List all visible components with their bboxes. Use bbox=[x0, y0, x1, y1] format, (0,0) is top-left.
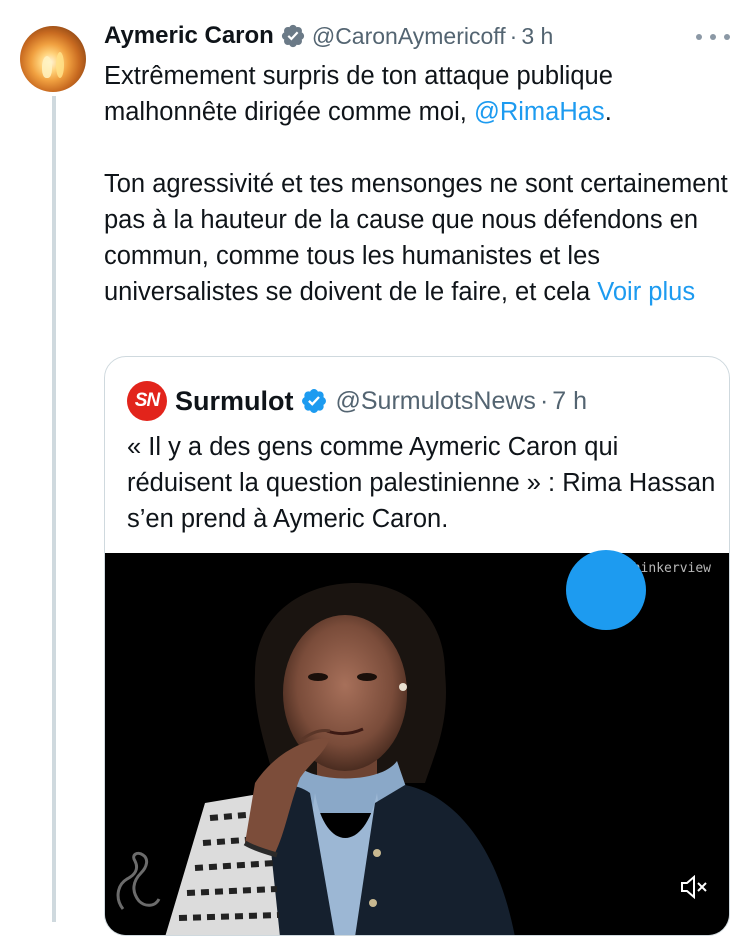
tweet-text: Extrêmement surpris de ton attaque publi… bbox=[104, 58, 734, 310]
tweet-text-part: . bbox=[604, 98, 612, 126]
tweet-paragraph-1: Extrêmement surpris de ton attaque publi… bbox=[104, 58, 734, 130]
swan-logo-icon bbox=[116, 851, 161, 910]
quote-text: « Il y a des gens comme Aymeric Caron qu… bbox=[127, 433, 716, 533]
thread-line bbox=[52, 96, 56, 922]
floating-action-button[interactable] bbox=[566, 550, 646, 630]
mention-link[interactable]: @RimaHas bbox=[474, 98, 605, 126]
show-more-link[interactable]: Voir plus bbox=[597, 278, 695, 306]
tweet-time[interactable]: 3 h bbox=[521, 23, 553, 50]
separator-dot: · bbox=[539, 386, 549, 415]
quoted-tweet[interactable]: SN Surmulot @SurmulotsNews · 7 h « Il y … bbox=[104, 356, 730, 936]
tweet-header: Aymeric Caron @CaronAymericoff · 3 h bbox=[104, 20, 553, 52]
mute-icon[interactable] bbox=[679, 875, 709, 899]
more-options-icon[interactable] bbox=[696, 26, 730, 48]
author-handle[interactable]: @CaronAymericoff bbox=[312, 23, 506, 50]
quote-author-name[interactable]: Surmulot bbox=[175, 386, 294, 417]
surmulot-logo-avatar[interactable]: SN bbox=[127, 381, 167, 421]
avatar[interactable] bbox=[20, 26, 86, 92]
author-name[interactable]: Aymeric Caron bbox=[104, 22, 274, 50]
quote-time[interactable]: 7 h bbox=[552, 387, 587, 416]
verified-badge-icon bbox=[281, 24, 304, 48]
verified-badge-icon bbox=[301, 389, 326, 413]
separator-dot: · bbox=[509, 22, 518, 49]
quote-header: SN Surmulot @SurmulotsNews · 7 h bbox=[127, 381, 587, 421]
tweet-paragraph-2: Ton agressivité et tes mensonges ne sont… bbox=[104, 166, 734, 310]
quote-author-handle[interactable]: @SurmulotsNews bbox=[336, 387, 536, 416]
